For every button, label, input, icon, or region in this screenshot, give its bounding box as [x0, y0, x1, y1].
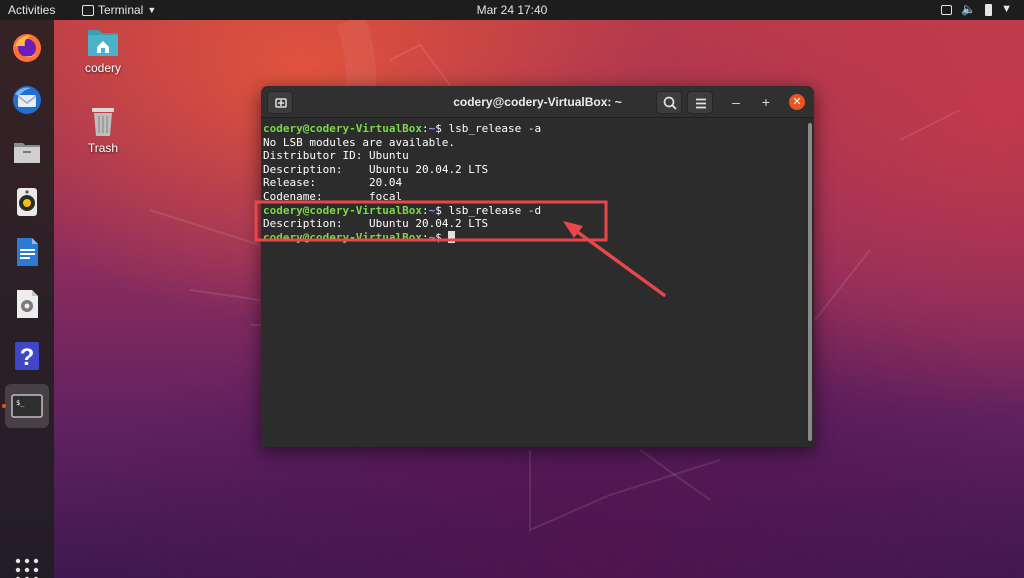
svg-text:?: ?: [20, 344, 35, 371]
dock-files[interactable]: [5, 130, 49, 174]
close-button[interactable]: ✕: [789, 94, 805, 110]
terminal-output-line: Codename: focal: [263, 190, 806, 204]
terminal-headerbar[interactable]: codery@codery-VirtualBox: ~ – + ✕: [261, 86, 814, 118]
terminal-output-line: Distributor ID: Ubuntu: [263, 149, 806, 163]
close-icon: ✕: [792, 96, 802, 108]
system-status-menu[interactable]: 🔈 ▼: [941, 2, 1012, 16]
help-icon: ?: [15, 342, 39, 371]
svg-text:$_: $_: [16, 399, 25, 407]
search-icon: [663, 96, 677, 110]
running-indicator: [2, 404, 6, 408]
network-icon: [941, 5, 953, 15]
caret-down-icon: ▼: [147, 5, 157, 15]
maximize-icon: +: [761, 94, 771, 110]
terminal-prompt-line: codery@codery-VirtualBox:~$ lsb_release …: [263, 122, 806, 136]
prompt-separator: :: [421, 230, 429, 244]
minimize-icon: –: [732, 94, 740, 110]
search-button[interactable]: [656, 91, 682, 114]
terminal-small-icon: [82, 4, 94, 16]
prompt-sign: $: [435, 122, 449, 135]
clock[interactable]: Mar 24 17:40: [477, 3, 548, 17]
output-text: Codename: focal: [263, 189, 403, 203]
new-tab-button[interactable]: [267, 91, 293, 114]
hamburger-menu-icon: [696, 98, 706, 109]
terminal-output-line: Description: Ubuntu 20.04.2 LTS: [263, 163, 806, 177]
app-menu-terminal[interactable]: Terminal ▼: [82, 3, 156, 17]
command-text: lsb_release -d: [448, 203, 542, 217]
desktop-icon-trash[interactable]: Trash: [68, 106, 138, 155]
command-text: lsb_release -a: [448, 122, 542, 135]
output-text: Distributor ID: Ubuntu: [263, 149, 409, 163]
home-folder-icon: [88, 30, 118, 56]
terminal-output-line: Release: 20.04: [263, 176, 806, 190]
desktop-icon-home[interactable]: codery: [68, 26, 138, 75]
output-text: Release: 20.04: [263, 176, 403, 190]
desktop-icon-label: codery: [84, 61, 122, 75]
maximize-button[interactable]: +: [758, 94, 774, 110]
terminal-prompt-line: codery@codery-VirtualBox:~$: [263, 230, 806, 245]
app-menu-label: Terminal: [98, 3, 144, 17]
output-text: Description: Ubuntu 20.04.2 LTS: [263, 162, 489, 176]
text-cursor: [448, 230, 456, 243]
thunderbird-icon: [13, 86, 41, 114]
software-icon: [17, 290, 38, 318]
menu-button[interactable]: [687, 91, 713, 114]
dock-help[interactable]: ?: [5, 334, 49, 378]
top-bar: Activities Terminal ▼ Mar 24 17:40 🔈 ▼: [0, 0, 1024, 20]
dock-thunderbird[interactable]: [5, 78, 49, 122]
scrollbar[interactable]: [806, 119, 814, 447]
desktop-icon-label: Trash: [87, 141, 119, 155]
terminal-prompt-line: codery@codery-VirtualBox:~$ lsb_release …: [263, 204, 806, 218]
terminal-output[interactable]: codery@codery-VirtualBox:~$ lsb_release …: [261, 119, 806, 447]
dock: ? $_: [0, 20, 54, 578]
trash-icon: [92, 108, 114, 136]
dock-terminal[interactable]: $_: [5, 384, 49, 428]
dock-rhythmbox[interactable]: [5, 180, 49, 224]
prompt-separator: :: [421, 122, 429, 135]
output-text: Description: Ubuntu 20.04.2 LTS: [263, 217, 489, 231]
rhythmbox-icon: [17, 188, 37, 216]
prompt-sign: $: [435, 203, 449, 217]
terminal-icon: $_: [11, 394, 43, 418]
minimize-button[interactable]: –: [728, 94, 744, 110]
output-text: No LSB modules are available.: [263, 135, 456, 149]
power-menu-icon: ▼: [1001, 3, 1012, 15]
prompt-user: codery@codery-VirtualBox: [263, 203, 422, 217]
prompt-sign: $: [435, 230, 449, 244]
files-icon: [14, 143, 40, 163]
prompt-separator: :: [421, 203, 429, 217]
prompt-user: codery@codery-VirtualBox: [263, 122, 422, 135]
dock-software[interactable]: [5, 282, 49, 326]
terminal-output-line: Description: Ubuntu 20.04.2 LTS: [263, 217, 806, 231]
new-tab-icon: [275, 98, 287, 108]
battery-icon: [985, 3, 993, 16]
scrollbar-thumb[interactable]: [808, 123, 812, 441]
apps-grid-icon[interactable]: [15, 558, 39, 578]
terminal-window[interactable]: codery@codery-VirtualBox: ~ – + ✕ codery…: [261, 86, 814, 447]
dock-libreoffice-writer[interactable]: [5, 230, 49, 274]
libreoffice-writer-icon: [17, 238, 38, 266]
activities-button[interactable]: Activities: [8, 3, 55, 17]
dock-firefox[interactable]: [5, 26, 49, 70]
terminal-output-line: No LSB modules are available.: [263, 136, 806, 150]
firefox-icon: [13, 34, 41, 62]
volume-icon: 🔈: [961, 2, 977, 16]
prompt-user: codery@codery-VirtualBox: [263, 230, 422, 244]
